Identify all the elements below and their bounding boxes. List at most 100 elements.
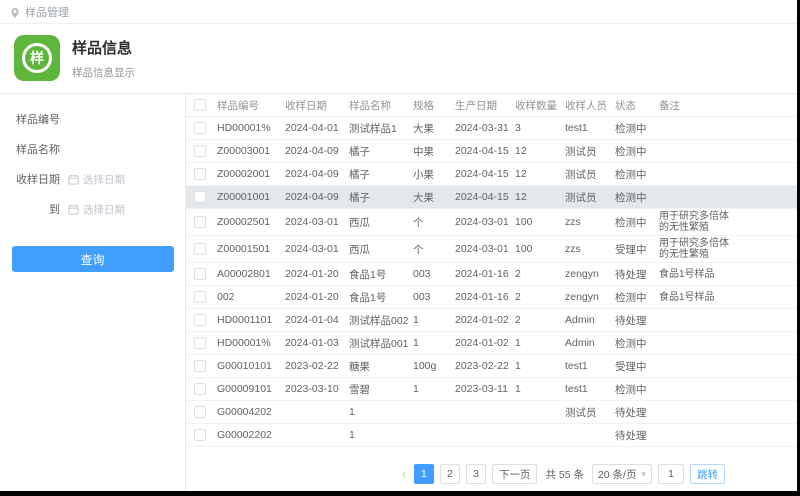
jump-page-input[interactable]: [658, 464, 684, 484]
cell-id: Z00002001: [217, 168, 271, 180]
column-header-receive-date[interactable]: 收样日期: [282, 98, 346, 113]
cell-receive_date: 2023-02-22: [285, 360, 339, 372]
cell-receive_date: 2024-03-01: [285, 216, 339, 228]
column-header-receiver[interactable]: 收样人员: [562, 98, 612, 113]
cell-qty: 2: [515, 291, 521, 303]
table-row[interactable]: Z00001501 2024-03-01 西瓜 个 2024-03-01 100 zzs 受理…: [186, 236, 797, 263]
prev-page-button[interactable]: ‹: [400, 467, 408, 481]
cell-spec: 003: [413, 268, 431, 280]
page-button-3[interactable]: 3: [465, 464, 486, 484]
cell-qty: 2: [515, 268, 521, 280]
row-checkbox[interactable]: [194, 429, 206, 441]
column-header-sample-id[interactable]: 样品编号: [214, 98, 282, 113]
cell-qty: 100: [515, 243, 533, 255]
column-header-remark[interactable]: 备注: [656, 98, 738, 113]
cell-name: 西瓜: [349, 243, 370, 256]
total-count-label: 共 55 条: [545, 468, 584, 481]
form-row-date-start: 收样日期 选择日期: [0, 164, 185, 194]
cell-receiver: test1: [565, 383, 588, 395]
breadcrumb[interactable]: 样品管理: [25, 4, 69, 20]
select-all-checkbox[interactable]: [194, 99, 206, 111]
cell-qty: 1: [515, 360, 521, 372]
row-checkbox[interactable]: [194, 291, 206, 303]
table-row[interactable]: G00004202 1 测试员 待处理: [186, 401, 797, 424]
date-end-picker[interactable]: 选择日期: [68, 202, 125, 217]
cell-prod_date: 2024-01-16: [455, 291, 509, 303]
search-sidebar: 样品编号 样品名称 收样日期 选择日期 到 选择日期 查询: [0, 94, 186, 491]
row-checkbox[interactable]: [194, 383, 206, 395]
sample-name-input[interactable]: [68, 143, 168, 155]
cell-prod_date: 2024-03-31: [455, 122, 509, 134]
cell-qty: 3: [515, 122, 521, 134]
cell-prod_date: 2023-03-11: [455, 383, 508, 395]
table-row[interactable]: Z00001001 2024-04-09 橘子 大果 2024-04-15 12 测试员 检测…: [186, 186, 797, 209]
cell-receiver: 测试员: [565, 191, 597, 204]
jump-button[interactable]: 跳转: [690, 464, 725, 484]
row-checkbox[interactable]: [194, 314, 206, 326]
row-checkbox[interactable]: [194, 243, 206, 255]
cell-receiver: zengyn: [565, 291, 599, 303]
table-header-row: 样品编号 收样日期 样品名称 规格 生产日期 收样数量 收样人员 状态 备注: [186, 94, 797, 117]
next-page-button[interactable]: 下一页: [491, 464, 538, 484]
cell-id: Z00001001: [217, 191, 271, 203]
table-row[interactable]: HD00001% 2024-04-01 测试样品1 大果 2024-03-31 3 test…: [186, 117, 797, 140]
column-header-qty[interactable]: 收样数量: [512, 98, 562, 113]
table-row[interactable]: G00010101 2023-02-22 糖果 100g 2023-02-22 1 test…: [186, 355, 797, 378]
row-checkbox[interactable]: [194, 168, 206, 180]
table-row[interactable]: HD00001% 2024-01-03 测试样品001 1 2024-01-02 1 Adm…: [186, 332, 797, 355]
row-checkbox[interactable]: [194, 145, 206, 157]
cell-name: 1: [349, 406, 355, 418]
cell-id: HD0001101: [217, 314, 273, 326]
column-header-sample-name[interactable]: 样品名称: [346, 98, 410, 113]
row-checkbox[interactable]: [194, 268, 206, 280]
date-start-picker[interactable]: 选择日期: [68, 172, 125, 187]
calendar-icon: [68, 204, 79, 215]
cell-id: 002: [217, 291, 235, 303]
table-row[interactable]: 002 2024-01-20 食品1号 003 2024-01-16 2 zengyn 检测中…: [186, 286, 797, 309]
cell-spec: 1: [413, 314, 419, 326]
cell-receive_date: 2024-04-09: [285, 145, 339, 157]
cell-receiver: zengyn: [565, 268, 599, 280]
cell-spec: 1: [413, 337, 419, 349]
row-checkbox[interactable]: [194, 216, 206, 228]
app-window: 样品管理 样 样品信息 样品信息显示 样品编号 样品名称 收样日期 选择日期 到…: [0, 0, 797, 491]
page-size-select[interactable]: 20 条/页 ▾: [591, 464, 652, 484]
page-button-1[interactable]: 1: [413, 464, 434, 484]
table-row[interactable]: G00002202 1 待处理: [186, 424, 797, 447]
sample-id-input[interactable]: [68, 113, 168, 125]
cell-status: 检测中: [615, 145, 647, 158]
form-row-sample-id: 样品编号: [0, 104, 185, 134]
sample-logo-icon: 样: [14, 35, 60, 81]
cell-spec: 个: [413, 243, 424, 256]
date-to-label: 到: [49, 204, 60, 216]
cell-status: 待处理: [615, 429, 647, 442]
sample-logo-text: 样: [22, 43, 52, 73]
row-checkbox[interactable]: [194, 406, 206, 418]
row-checkbox[interactable]: [194, 337, 206, 349]
cell-receiver: 测试员: [565, 168, 597, 181]
row-checkbox[interactable]: [194, 360, 206, 372]
table-row[interactable]: Z00002501 2024-03-01 西瓜 个 2024-03-01 100 zzs 检测…: [186, 209, 797, 236]
row-checkbox[interactable]: [194, 122, 206, 134]
table-row[interactable]: Z00002001 2024-04-09 橘子 小果 2024-04-15 12 测试员 检测…: [186, 163, 797, 186]
pagination-bar: ‹ 1 2 3 下一页 共 55 条 20 条/页 ▾ 跳转: [186, 457, 797, 491]
cell-name: 1: [349, 429, 355, 441]
cell-name: 测试样品001: [349, 337, 409, 350]
cell-receive_date: 2024-03-01: [285, 243, 339, 255]
query-button[interactable]: 查询: [11, 246, 174, 272]
form-row-sample-name: 样品名称: [0, 134, 185, 164]
cell-id: HD00001%: [217, 337, 271, 349]
table-body: HD00001% 2024-04-01 测试样品1 大果 2024-03-31 3 test…: [186, 117, 797, 457]
page-button-2[interactable]: 2: [439, 464, 460, 484]
cell-name: 雪碧: [349, 383, 370, 396]
table-row[interactable]: HD0001101 2024-01-04 测试样品002 1 2024-01-02 2 Ad…: [186, 309, 797, 332]
row-checkbox[interactable]: [194, 191, 206, 203]
table-row[interactable]: G00009101 2023-03-10 雪碧 1 2023-03-11 1 test1 检测…: [186, 378, 797, 401]
column-header-status[interactable]: 状态: [612, 98, 656, 113]
table-row[interactable]: Z00003001 2024-04-09 橘子 中果 2024-04-15 12 测试员 检测…: [186, 140, 797, 163]
column-header-spec[interactable]: 规格: [410, 98, 452, 113]
column-header-prod-date[interactable]: 生产日期: [452, 98, 512, 113]
table-row[interactable]: A00002801 2024-01-20 食品1号 003 2024-01-16 2 zen…: [186, 263, 797, 286]
cell-prod_date: 2024-04-15: [455, 145, 509, 157]
cell-spec: 小果: [413, 168, 434, 181]
